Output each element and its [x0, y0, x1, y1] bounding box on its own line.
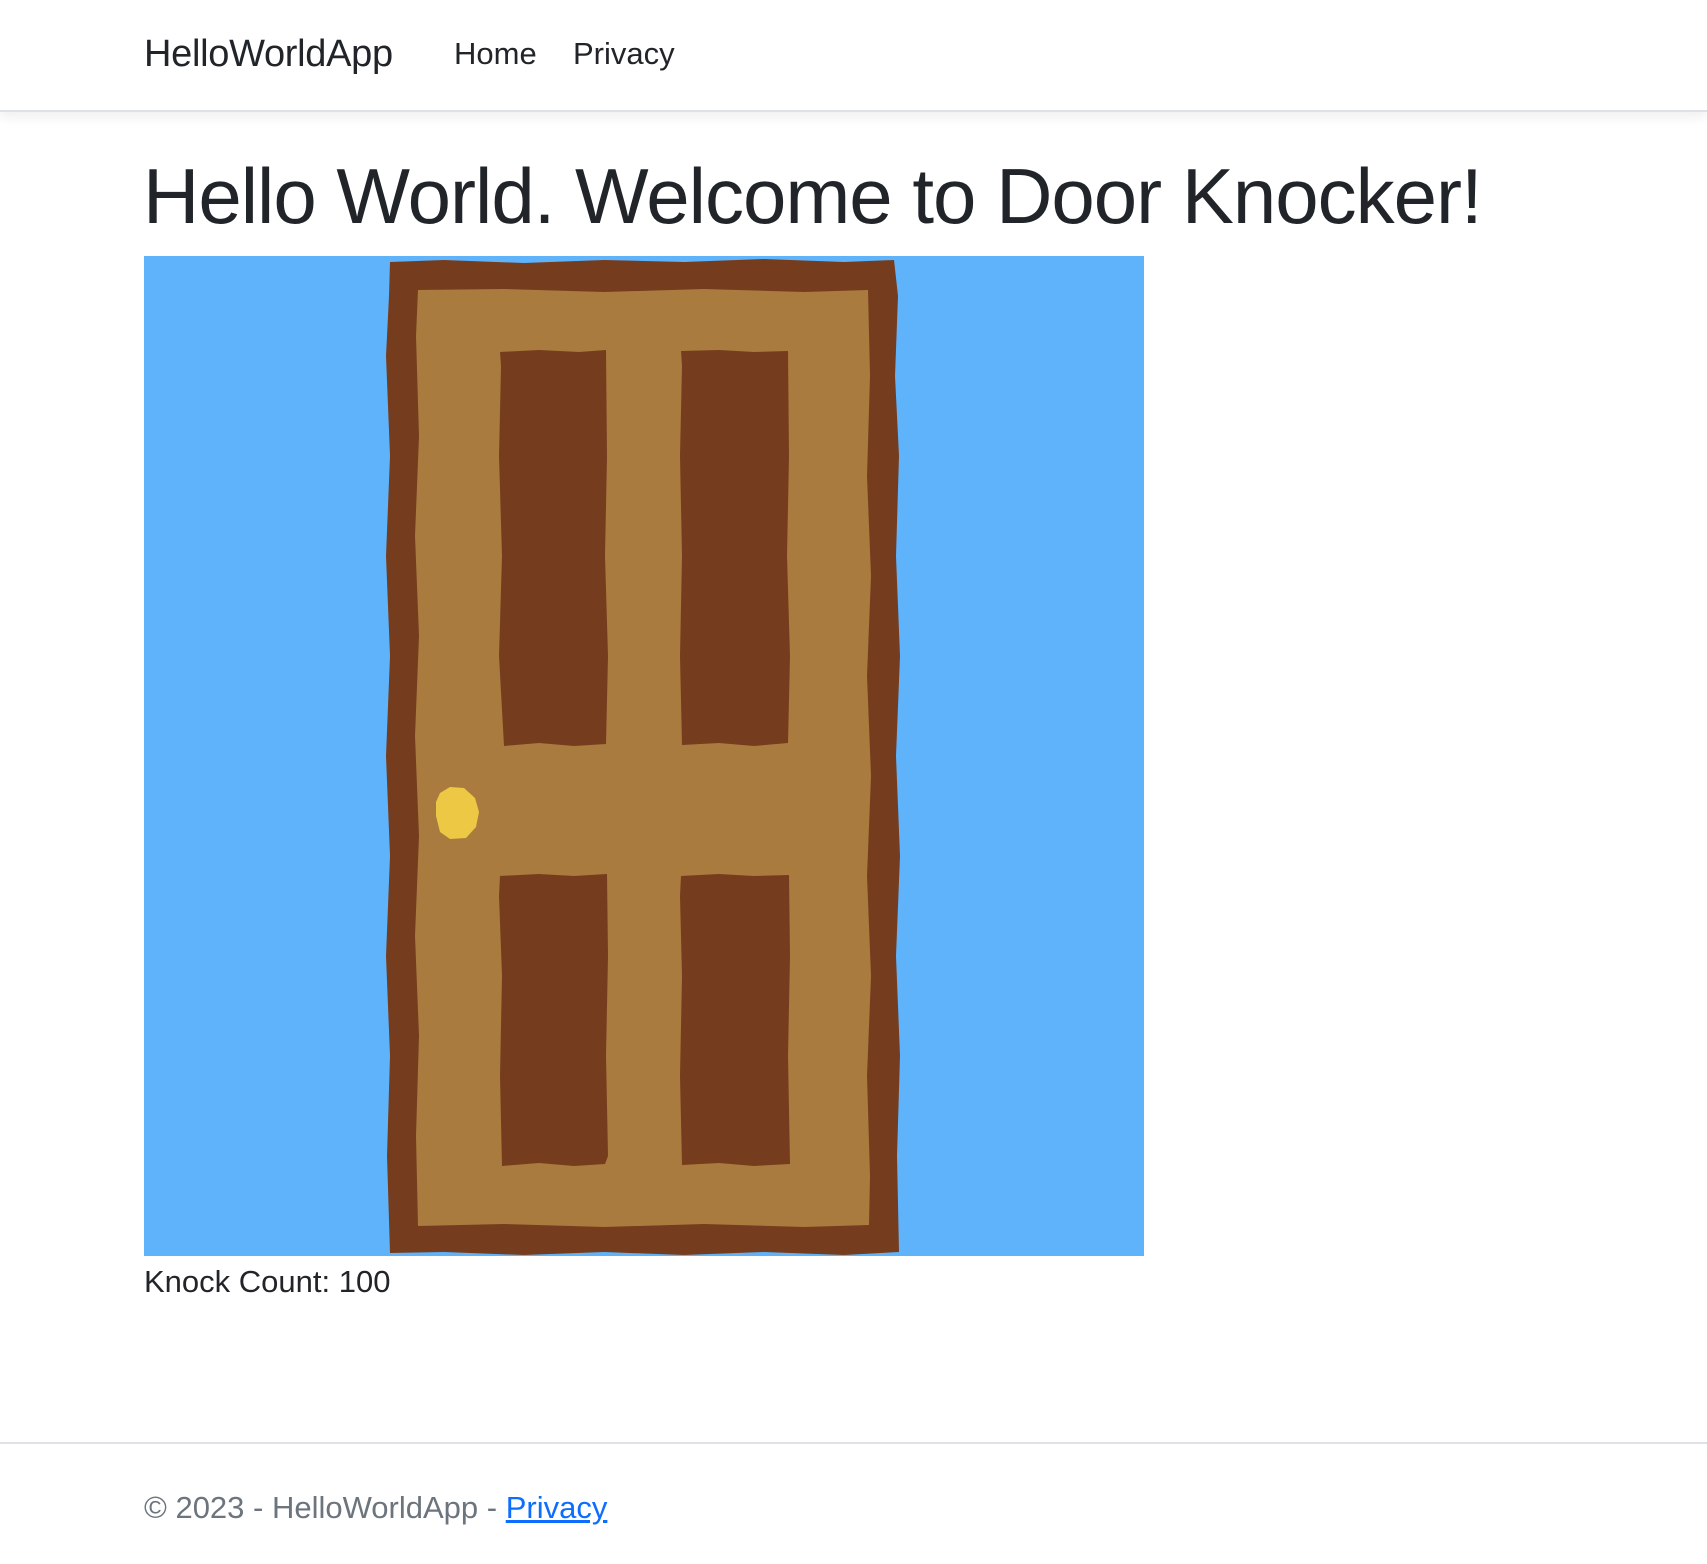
- nav-link-privacy[interactable]: Privacy: [573, 34, 675, 74]
- footer-copyright: © 2023 - HelloWorldApp -: [144, 1490, 498, 1525]
- knock-count-line: Knock Count: 100: [144, 1262, 390, 1302]
- door-panel-bottom-left: [499, 874, 608, 1166]
- door-image[interactable]: [144, 256, 1144, 1256]
- knock-count-value: 100: [338, 1264, 391, 1299]
- footer-text: © 2023 - HelloWorldApp - Privacy: [144, 1488, 607, 1528]
- door-panel-bottom-right: [680, 874, 790, 1166]
- footer-privacy-link[interactable]: Privacy: [506, 1490, 608, 1525]
- knock-count-label: Knock Count:: [144, 1264, 331, 1299]
- door-panel-top-right: [680, 350, 790, 746]
- navbar: HelloWorldApp Home Privacy: [0, 0, 1707, 112]
- navbar-brand[interactable]: HelloWorldApp: [144, 30, 393, 78]
- page-title: Hello World. Welcome to Door Knocker!: [143, 152, 1483, 240]
- door-panel-top-left: [499, 350, 608, 746]
- footer: © 2023 - HelloWorldApp - Privacy: [0, 1442, 1707, 1564]
- page: HelloWorldApp Home Privacy Hello World. …: [0, 0, 1707, 1564]
- door-leaf: [415, 289, 871, 1227]
- nav-link-home[interactable]: Home: [454, 34, 537, 74]
